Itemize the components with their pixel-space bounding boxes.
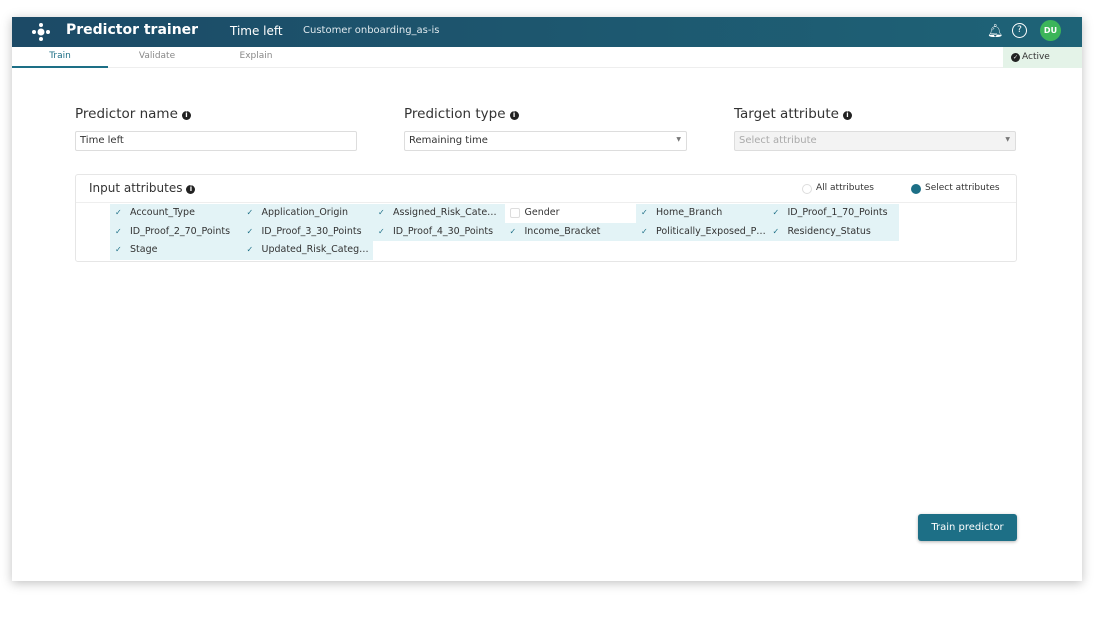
attribute-label: Home_Branch bbox=[656, 207, 723, 218]
info-icon[interactable]: i bbox=[186, 185, 196, 194]
attribute-checkbox[interactable]: ✓ Stage bbox=[110, 241, 242, 260]
attribute-checkbox[interactable]: ✓ Application_Origin bbox=[241, 204, 373, 223]
attribute-checkbox[interactable]: ✓ Updated_Risk_Categ… bbox=[241, 241, 373, 260]
checkmark-icon[interactable]: ✓ bbox=[378, 208, 388, 218]
info-icon[interactable]: i bbox=[842, 111, 852, 120]
checkmark-icon[interactable]: ✓ bbox=[115, 227, 125, 237]
tab-bar: Train Validate Explain bbox=[12, 47, 1082, 68]
attribute-label: ID_Proof_2_70_Points bbox=[130, 225, 231, 237]
help-icon[interactable]: ? bbox=[1012, 23, 1027, 38]
attribute-label: ID_Proof_1_70_Points bbox=[787, 207, 888, 218]
attribute-label: Assigned_Risk_Cate… bbox=[393, 207, 497, 218]
bell-icon[interactable]: 🔔︎ bbox=[987, 24, 1004, 39]
prediction-type-label: Prediction type i bbox=[404, 106, 519, 122]
tab-validate[interactable]: Validate bbox=[109, 51, 205, 68]
attribute-checkbox[interactable]: Gender bbox=[505, 204, 637, 223]
logo-icon bbox=[32, 23, 50, 41]
attribute-label: Politically_Exposed_P… bbox=[656, 225, 766, 237]
checkmark-icon[interactable]: ✓ bbox=[641, 227, 651, 237]
attribute-checkbox[interactable]: ✓ ID_Proof_3_30_Points bbox=[241, 222, 373, 241]
attribute-checkbox[interactable]: ✓ Politically_Exposed_P… bbox=[636, 222, 768, 241]
check-circle-icon: ✓ bbox=[1011, 53, 1020, 62]
checkmark-icon[interactable]: ✓ bbox=[773, 227, 783, 237]
checkmark-icon[interactable]: ✓ bbox=[378, 227, 388, 237]
avatar[interactable]: DU bbox=[1040, 20, 1061, 41]
prediction-type-select[interactable]: Remaining time ▼ bbox=[404, 131, 687, 151]
chevron-down-icon: ▼ bbox=[676, 136, 681, 143]
predictor-title: Time left bbox=[230, 24, 283, 38]
app-title: Predictor trainer bbox=[66, 22, 199, 38]
attribute-checkbox[interactable]: ✓ Home_Branch bbox=[636, 204, 768, 223]
attribute-label: ID_Proof_3_30_Points bbox=[261, 225, 362, 237]
checkmark-icon[interactable]: ✓ bbox=[773, 208, 783, 218]
attribute-label: ID_Proof_4_30_Points bbox=[393, 225, 494, 237]
target-attribute-label: Target attribute i bbox=[734, 106, 852, 122]
attribute-label: Account_Type bbox=[130, 207, 195, 218]
train-predictor-button[interactable]: Train predictor bbox=[918, 514, 1017, 541]
input-attributes-title: Input attributes i bbox=[89, 181, 196, 195]
status-badge: ✓ Active bbox=[1003, 47, 1082, 68]
input-attributes-panel: Input attributes i All attributes Select … bbox=[75, 174, 1017, 262]
checkmark-icon[interactable]: ✓ bbox=[510, 227, 520, 237]
status-label: Active bbox=[1022, 52, 1050, 62]
select-attributes-radio[interactable]: Select attributes bbox=[911, 183, 1000, 194]
attribute-checkbox[interactable]: ✓ Residency_Status bbox=[767, 222, 899, 241]
app-window: Predictor trainer Time left Customer onb… bbox=[12, 17, 1082, 581]
attribute-checkbox[interactable]: ✓ ID_Proof_1_70_Points bbox=[767, 204, 899, 223]
chevron-down-icon: ▼ bbox=[1005, 136, 1010, 143]
tab-train[interactable]: Train bbox=[12, 51, 108, 68]
top-bar: Predictor trainer Time left Customer onb… bbox=[12, 17, 1082, 47]
info-icon[interactable]: i bbox=[509, 111, 519, 120]
attribute-checkbox[interactable]: ✓ ID_Proof_4_30_Points bbox=[373, 222, 505, 241]
tab-explain[interactable]: Explain bbox=[208, 51, 304, 68]
attribute-checkbox[interactable]: ✓ Income_Bracket bbox=[504, 222, 636, 241]
attribute-label: Updated_Risk_Categ… bbox=[261, 244, 369, 255]
target-attribute-select[interactable]: Select attribute ▼ bbox=[734, 131, 1016, 151]
attribute-label: Income_Bracket bbox=[524, 225, 601, 237]
attribute-checkbox[interactable]: ✓ Assigned_Risk_Cate… bbox=[373, 204, 505, 223]
all-attributes-radio[interactable]: All attributes bbox=[802, 183, 874, 194]
attribute-grid: ✓ Account_Type ✓ Application_Origin ✓ Assigne… bbox=[110, 204, 899, 260]
predictor-name-label: Predictor name i bbox=[75, 106, 191, 122]
predictor-name-input[interactable]: Time left bbox=[75, 131, 357, 151]
attribute-checkbox[interactable]: ✓ ID_Proof_2_70_Points bbox=[110, 222, 242, 241]
checkmark-icon[interactable]: ✓ bbox=[247, 245, 257, 255]
empty-checkbox-icon[interactable] bbox=[509, 208, 520, 218]
attribute-label: Residency_Status bbox=[787, 225, 871, 237]
info-icon[interactable]: i bbox=[181, 111, 191, 120]
checkmark-icon[interactable]: ✓ bbox=[115, 245, 125, 255]
attribute-label: Stage bbox=[130, 244, 158, 255]
checkmark-icon[interactable]: ✓ bbox=[641, 208, 651, 218]
checkmark-icon[interactable]: ✓ bbox=[247, 227, 257, 237]
attribute-label: Gender bbox=[524, 207, 560, 218]
attribute-label: Application_Origin bbox=[261, 207, 349, 218]
divider bbox=[76, 202, 1016, 203]
attribute-checkbox[interactable]: ✓ Account_Type bbox=[110, 204, 242, 223]
process-name: Customer onboarding_as-is bbox=[303, 25, 440, 36]
checkmark-icon[interactable]: ✓ bbox=[115, 208, 125, 218]
checkmark-icon[interactable]: ✓ bbox=[247, 208, 257, 218]
